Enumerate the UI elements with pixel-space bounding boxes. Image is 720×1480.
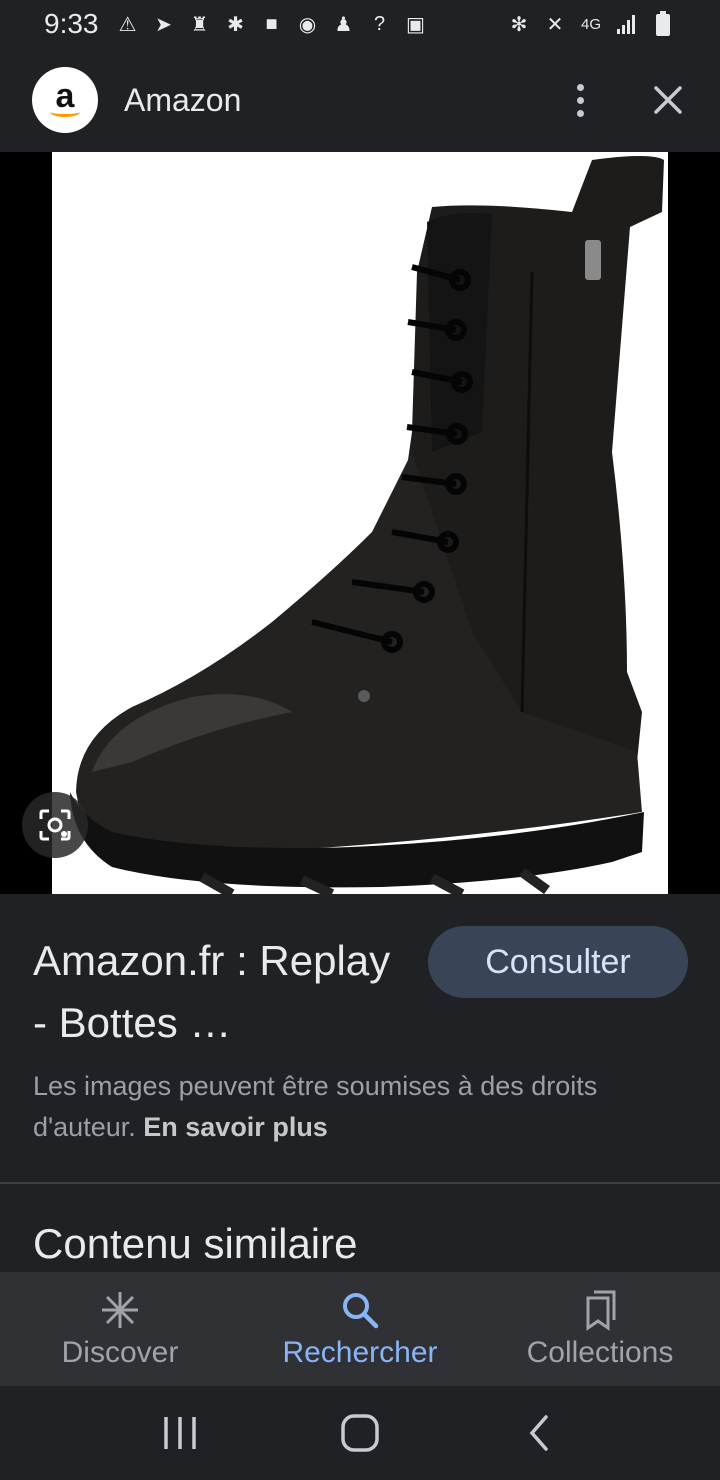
boot-image: [70, 156, 664, 894]
source-header: a Amazon: [0, 48, 720, 152]
lens-icon: [39, 809, 71, 841]
site-title[interactable]: Amazon: [124, 82, 241, 119]
battery-icon: [650, 11, 676, 37]
nav-discover[interactable]: Discover: [0, 1272, 240, 1386]
warning-icon: ⚠: [118, 13, 137, 36]
help-icon: ?: [373, 12, 386, 35]
signal-icon: [614, 11, 640, 37]
result-info-panel: Amazon.fr : Replay - Bottes … Consulter …: [0, 894, 720, 1272]
status-time: 9:33: [44, 8, 99, 39]
nav-label: Rechercher: [282, 1336, 438, 1369]
result-title[interactable]: Amazon.fr : Replay - Bottes …: [33, 930, 413, 1054]
bug-icon: ✱: [227, 13, 244, 36]
search-icon: [343, 1293, 379, 1329]
back-button[interactable]: [510, 1403, 570, 1463]
close-icon[interactable]: [648, 80, 688, 120]
nav-collections[interactable]: Collections: [480, 1272, 720, 1386]
bottom-navigation: Discover Rechercher Collections: [0, 1272, 720, 1386]
telegram-icon: ➤: [155, 13, 172, 36]
nav-label: Collections: [526, 1336, 674, 1369]
image-icon: ▣: [406, 13, 425, 36]
bluetooth-icon: ✻: [510, 13, 528, 36]
amazon-logo[interactable]: a: [32, 67, 98, 133]
user-icon: ♟: [334, 13, 353, 36]
notification-icons: ⚠ ➤ ♜ ✱ ■ ◉ ♟ ? ▣: [115, 11, 429, 37]
castle-icon: ♜: [190, 13, 209, 36]
record-icon: ◉: [298, 13, 317, 36]
system-navigation-bar: [0, 1386, 720, 1480]
more-options-icon[interactable]: [560, 80, 600, 120]
visit-button[interactable]: Consulter: [428, 926, 688, 998]
copyright-notice: Les images peuvent être soumises à des d…: [33, 1066, 693, 1148]
home-icon: [341, 1414, 379, 1452]
image-viewer: [0, 152, 720, 894]
back-icon: [529, 1415, 548, 1451]
recent-apps-button[interactable]: [150, 1403, 210, 1463]
nav-search[interactable]: Rechercher: [240, 1272, 480, 1386]
bookmarks-icon: [586, 1290, 616, 1331]
mute-icon: ✕: [546, 13, 564, 36]
system-icons: ✻ ✕ 4G: [506, 11, 676, 37]
product-image[interactable]: [52, 152, 668, 894]
asterisk-icon: [102, 1292, 138, 1328]
lens-search-button[interactable]: [22, 792, 88, 858]
learn-more-link[interactable]: En savoir plus: [143, 1112, 328, 1142]
divider: [0, 1182, 720, 1184]
recents-icon: [164, 1417, 196, 1449]
app-icon: ■: [265, 12, 278, 35]
network-label: 4G: [580, 15, 601, 33]
similar-content-heading: Contenu similaire: [33, 1220, 358, 1267]
nav-label: Discover: [61, 1336, 179, 1369]
smile-icon: [50, 107, 80, 117]
status-bar: 9:33 ⚠ ➤ ♜ ✱ ■ ◉ ♟ ? ▣ ✻ ✕ 4G: [0, 0, 720, 48]
home-button[interactable]: [330, 1403, 390, 1463]
